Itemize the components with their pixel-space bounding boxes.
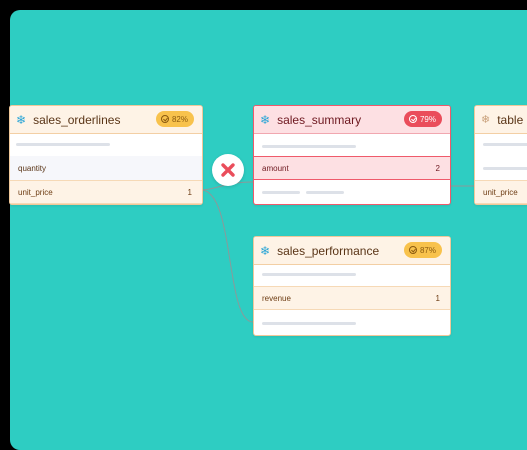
column-row[interactable]: revenue 1 [254, 286, 450, 310]
node-sales-summary[interactable]: ❄ sales_summary 79% amount 2 [253, 105, 451, 205]
column-name: amount [262, 163, 289, 173]
placeholder-bar [262, 191, 300, 194]
snowflake-icon: ❄ [16, 112, 27, 127]
badge-value: 87% [419, 245, 436, 255]
badge-value: 79% [419, 114, 436, 124]
snowflake-icon: ❄ [260, 243, 271, 258]
node-header: ❄ sales_performance 87% [254, 237, 450, 265]
placeholder-bar [16, 143, 110, 146]
quality-badge[interactable]: 82% [155, 111, 194, 127]
column-name: unit_price [18, 187, 53, 197]
column-count: 1 [435, 293, 440, 303]
column-row[interactable]: quantity [10, 156, 202, 180]
column-row[interactable]: unit_price 1 [10, 180, 202, 204]
node-title: sales_summary [277, 112, 362, 127]
error-connector-button[interactable] [212, 154, 244, 186]
placeholder-bar [483, 143, 527, 146]
cross-error-icon [221, 163, 235, 177]
node-header: ❄ sales_orderlines 82% [10, 106, 202, 134]
column-row[interactable]: amount 2 [254, 156, 450, 180]
snowflake-icon: ❄ [260, 112, 271, 127]
node-header: ❄ table [475, 106, 527, 134]
node-title: sales_performance [277, 243, 380, 258]
node-sales-orderlines[interactable]: ❄ sales_orderlines 82% quantity unit_pri… [9, 105, 203, 205]
node-header: ❄ sales_summary 79% [254, 106, 450, 134]
quality-badge[interactable]: 79% [403, 111, 442, 127]
column-name: unit_price [483, 187, 518, 197]
node-sales-performance[interactable]: ❄ sales_performance 87% revenue 1 [253, 236, 451, 336]
column-count: 1 [187, 187, 192, 197]
check-circle-icon [408, 246, 417, 254]
column-row[interactable]: unit_price [475, 180, 527, 204]
quality-badge[interactable]: 87% [403, 242, 442, 258]
column-name: revenue [262, 293, 291, 303]
check-circle-icon [408, 115, 417, 123]
placeholder-bar [306, 191, 344, 194]
column-name: quantity [18, 163, 47, 173]
column-count: 2 [435, 163, 440, 173]
badge-value: 82% [171, 114, 188, 124]
placeholder-bar [262, 145, 356, 148]
node-title: table [497, 112, 524, 127]
placeholder-bar [262, 322, 356, 325]
placeholder-bar [262, 273, 356, 276]
lineage-canvas[interactable] [10, 10, 527, 450]
snowflake-icon: ❄ [481, 114, 491, 126]
placeholder-bar [483, 167, 527, 170]
node-table-partial[interactable]: ❄ table unit_price [474, 105, 527, 205]
check-circle-icon [160, 115, 169, 123]
node-title: sales_orderlines [33, 112, 121, 127]
